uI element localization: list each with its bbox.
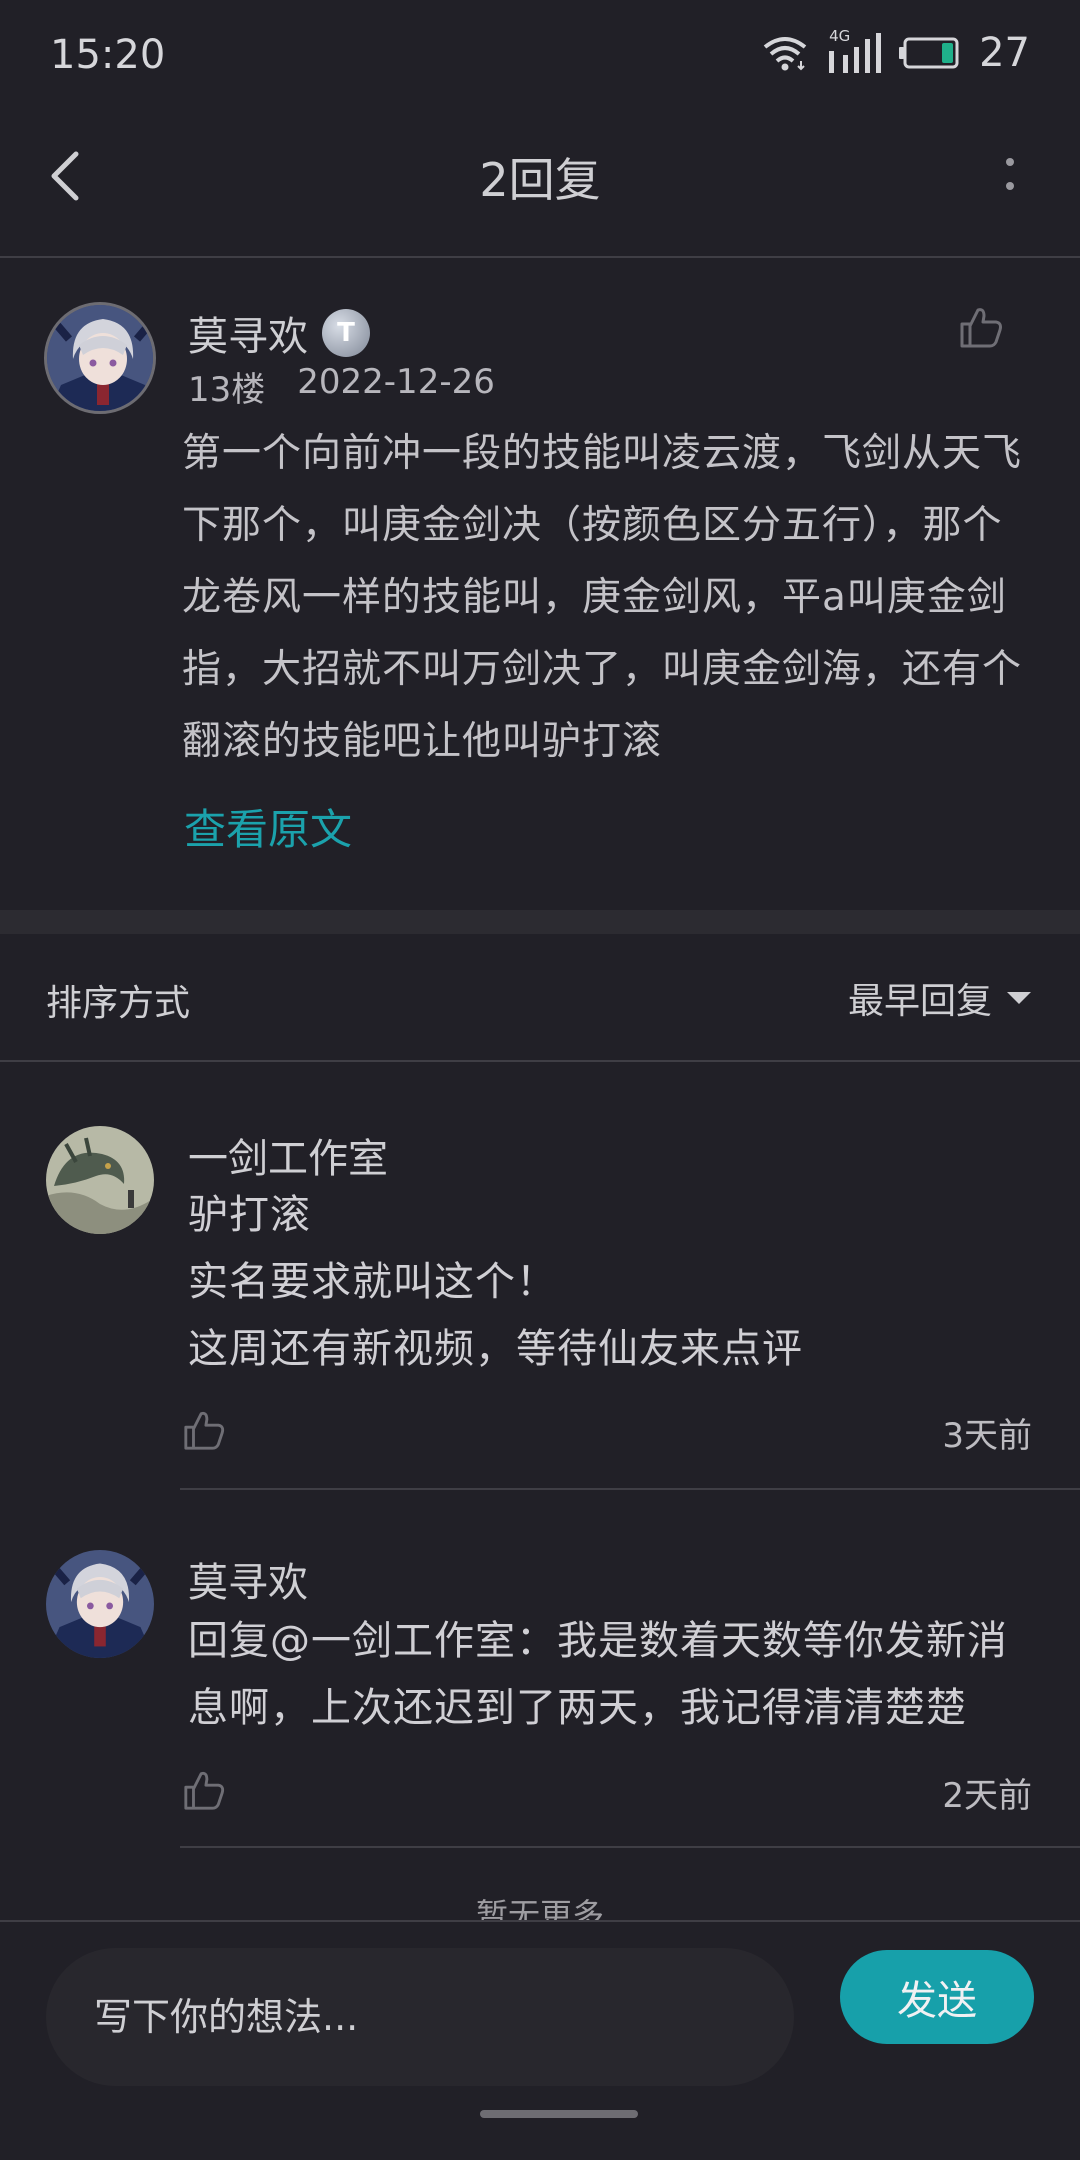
post-meta: 13楼 2022-12-26	[188, 362, 495, 411]
caret-down-icon	[1007, 992, 1031, 1004]
sort-selected-value: 最早回复	[847, 981, 992, 1022]
wifi-icon	[763, 37, 807, 71]
reply-like-button[interactable]	[182, 1408, 226, 1452]
reply-line: 这周还有新视频，等待仙友来点评	[188, 1326, 803, 1372]
reply-author-avatar[interactable]	[46, 1126, 154, 1234]
anime-character-avatar-image	[46, 1550, 154, 1658]
sort-divider	[0, 1060, 1080, 1062]
anime-character-avatar-image	[47, 305, 153, 411]
reply-line: 驴打滚	[188, 1192, 311, 1238]
sort-label: 排序方式	[46, 983, 191, 1024]
comment-input[interactable]	[46, 1948, 794, 2086]
thumbs-up-icon	[960, 308, 1002, 348]
battery-icon	[899, 37, 959, 69]
reply-line: 息啊，上次还迟到了两天，我记得清清楚楚	[188, 1685, 967, 1731]
send-button[interactable]: 发送	[840, 1950, 1034, 2044]
level-badge-label: T	[337, 318, 355, 348]
post-author-row: 莫寻欢 T	[188, 304, 370, 362]
more-options-button[interactable]	[1000, 152, 1020, 196]
reply-line: 回复@一剑工作室：我是数着天数等你发新消	[188, 1618, 1008, 1664]
view-original-link[interactable]: 查看原文	[184, 796, 352, 857]
reply-author-name[interactable]: 一剑工作室	[188, 1126, 388, 1184]
status-icons: 4G 27	[761, 27, 1030, 76]
reply-content: 驴打滚 实名要求就叫这个！ 这周还有新视频，等待仙友来点评	[188, 1182, 1048, 1383]
thumbs-up-icon	[184, 1411, 225, 1450]
reply-divider	[180, 1488, 1080, 1490]
reply-author-name[interactable]: 莫寻欢	[188, 1550, 308, 1608]
status-time: 15:20	[50, 32, 166, 78]
page-title: 2回复	[479, 153, 601, 207]
thumbs-up-icon	[184, 1771, 225, 1810]
more-vertical-icon	[1006, 158, 1014, 190]
sort-dropdown[interactable]: 最早回复	[848, 972, 1032, 1024]
reply-line: 实名要求就叫这个！	[188, 1259, 557, 1305]
level-badge-icon: T	[322, 309, 370, 357]
battery-level: 27	[979, 30, 1030, 76]
floor-number: 13楼	[188, 370, 266, 410]
post-like-button[interactable]	[958, 304, 1004, 350]
post-date: 2022-12-26	[297, 362, 495, 402]
dragon-painting-avatar-image	[46, 1126, 154, 1234]
section-separator	[0, 910, 1080, 934]
reply-time: 3天前	[942, 1416, 1032, 1456]
reply-content: 回复@一剑工作室：我是数着天数等你发新消 息啊，上次还迟到了两天，我记得清清楚楚	[188, 1608, 1058, 1742]
post-content: 第一个向前冲一段的技能叫凌云渡，飞剑从天飞下那个，叫庚金剑决（按颜色区分五行），…	[182, 431, 1023, 764]
reply-time: 2天前	[942, 1776, 1032, 1816]
post-author-avatar[interactable]	[44, 302, 156, 414]
home-indicator[interactable]	[480, 2110, 638, 2118]
post-author-name[interactable]: 莫寻欢	[188, 304, 308, 362]
no-more-label: 暂无更多	[475, 1896, 604, 1920]
cellular-signal-icon: 4G	[827, 27, 882, 75]
reply-author-avatar[interactable]	[46, 1550, 154, 1658]
reply-like-button[interactable]	[182, 1768, 226, 1812]
header-divider	[0, 256, 1080, 258]
reply-divider	[180, 1846, 1080, 1848]
